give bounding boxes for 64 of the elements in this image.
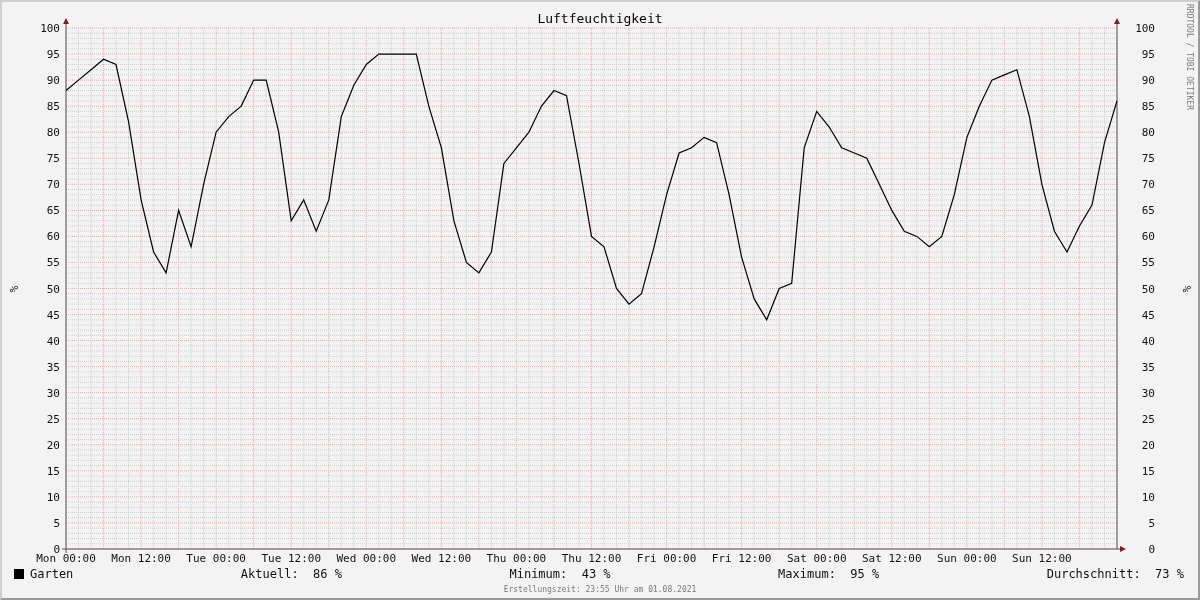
axis-tick-label: Sat 12:00 xyxy=(862,552,922,563)
axis-tick-label: 25 xyxy=(1141,412,1155,426)
credit-text: RRDTOOL / TOBI OETIKER xyxy=(1185,4,1194,110)
axis-tick-label: Sat 00:00 xyxy=(786,552,847,563)
axis-tick-label: 10 xyxy=(46,490,60,504)
axis-tick-label: 45 xyxy=(1141,308,1155,322)
axis-tick-label: 70 xyxy=(1141,178,1155,192)
axis-tick-label: 45 xyxy=(46,308,60,322)
axis-tick-label: Fri 12:00 xyxy=(711,552,772,563)
axis-tick-label: 65 xyxy=(1141,204,1155,218)
axis-tick-label: 15 xyxy=(1141,464,1155,478)
axis-tick-label: 85 xyxy=(46,100,60,114)
axis-tick-label: 35 xyxy=(46,360,60,374)
axis-tick-label: 40 xyxy=(46,334,60,348)
axis-tick-label: Wed 12:00 xyxy=(411,552,472,563)
axis-tick-label: Sun 12:00 xyxy=(1012,552,1072,563)
axis-tick-label: 90 xyxy=(1141,74,1155,88)
axis-tick-label: 75 xyxy=(1141,152,1155,166)
axis-tick-label: 50 xyxy=(46,282,60,296)
axis-tick-label: 50 xyxy=(1141,282,1155,296)
axis-tick-label: 55 xyxy=(1141,256,1155,270)
axis-tick-label: 10 xyxy=(1141,490,1155,504)
axis-tick-label: 65 xyxy=(46,204,60,218)
axis-unit-label: % xyxy=(7,285,20,293)
legend-stat: Minimum: 43 % xyxy=(509,567,611,581)
axis-tick-label: 95 xyxy=(1141,48,1155,62)
axis-tick-label: 80 xyxy=(46,126,60,140)
axis-tick-label: 5 xyxy=(1148,516,1155,530)
axis-tick-label: 55 xyxy=(46,256,60,270)
axis-tick-label: 40 xyxy=(1141,334,1155,348)
axis-tick-label: 25 xyxy=(46,412,60,426)
axis-tick-label: 35 xyxy=(1141,360,1155,374)
axis-tick-label: 20 xyxy=(1141,438,1155,452)
axis-tick-label: 15 xyxy=(46,464,60,478)
axis-tick-label: Thu 00:00 xyxy=(486,552,547,563)
axis-tick-label: 100 xyxy=(40,22,60,35)
axis-tick-label: 60 xyxy=(46,230,60,244)
axis-tick-label: 0 xyxy=(1148,543,1155,556)
axis-tick-label: Thu 12:00 xyxy=(561,552,622,563)
creation-time: Erstellungszeit: 23:55 Uhr am 01.08.2021 xyxy=(502,585,698,594)
axis-tick-label: 30 xyxy=(46,386,60,400)
axis-tick-label: 80 xyxy=(1141,126,1155,140)
axis-tick-label: 30 xyxy=(1141,386,1155,400)
axis-tick-label: 70 xyxy=(46,178,60,192)
axis-tick-label: Fri 00:00 xyxy=(636,552,697,563)
chart-title: Luftfeuchtigkeit xyxy=(537,11,663,26)
legend-stat: Maximum: 95 % xyxy=(778,567,880,581)
axis-tick-label: 85 xyxy=(1141,100,1155,114)
axis-tick-label: 95 xyxy=(46,48,60,62)
axis-tick-label: Wed 00:00 xyxy=(336,552,397,563)
legend-label: Garten xyxy=(30,567,74,581)
axis-tick-label: Tue 12:00 xyxy=(261,552,321,563)
axis-tick-label: 20 xyxy=(46,438,60,452)
axis-tick-label: 60 xyxy=(1141,230,1155,244)
axis-tick-label: 5 xyxy=(53,516,60,530)
axis-tick-label: Tue 00:00 xyxy=(186,552,246,563)
axis-tick-label: 75 xyxy=(46,152,60,166)
axis-tick-label: Mon 12:00 xyxy=(111,552,171,563)
axis-tick-label: Sun 00:00 xyxy=(937,552,997,563)
axis-tick-label: 90 xyxy=(46,74,60,88)
axis-unit-label: % xyxy=(1180,285,1193,293)
axis-tick-label: 100 xyxy=(1135,22,1155,35)
legend-stat: Aktuell: 86 % xyxy=(240,567,342,581)
legend-stat: Durchschnitt: 73 % xyxy=(1046,567,1184,581)
